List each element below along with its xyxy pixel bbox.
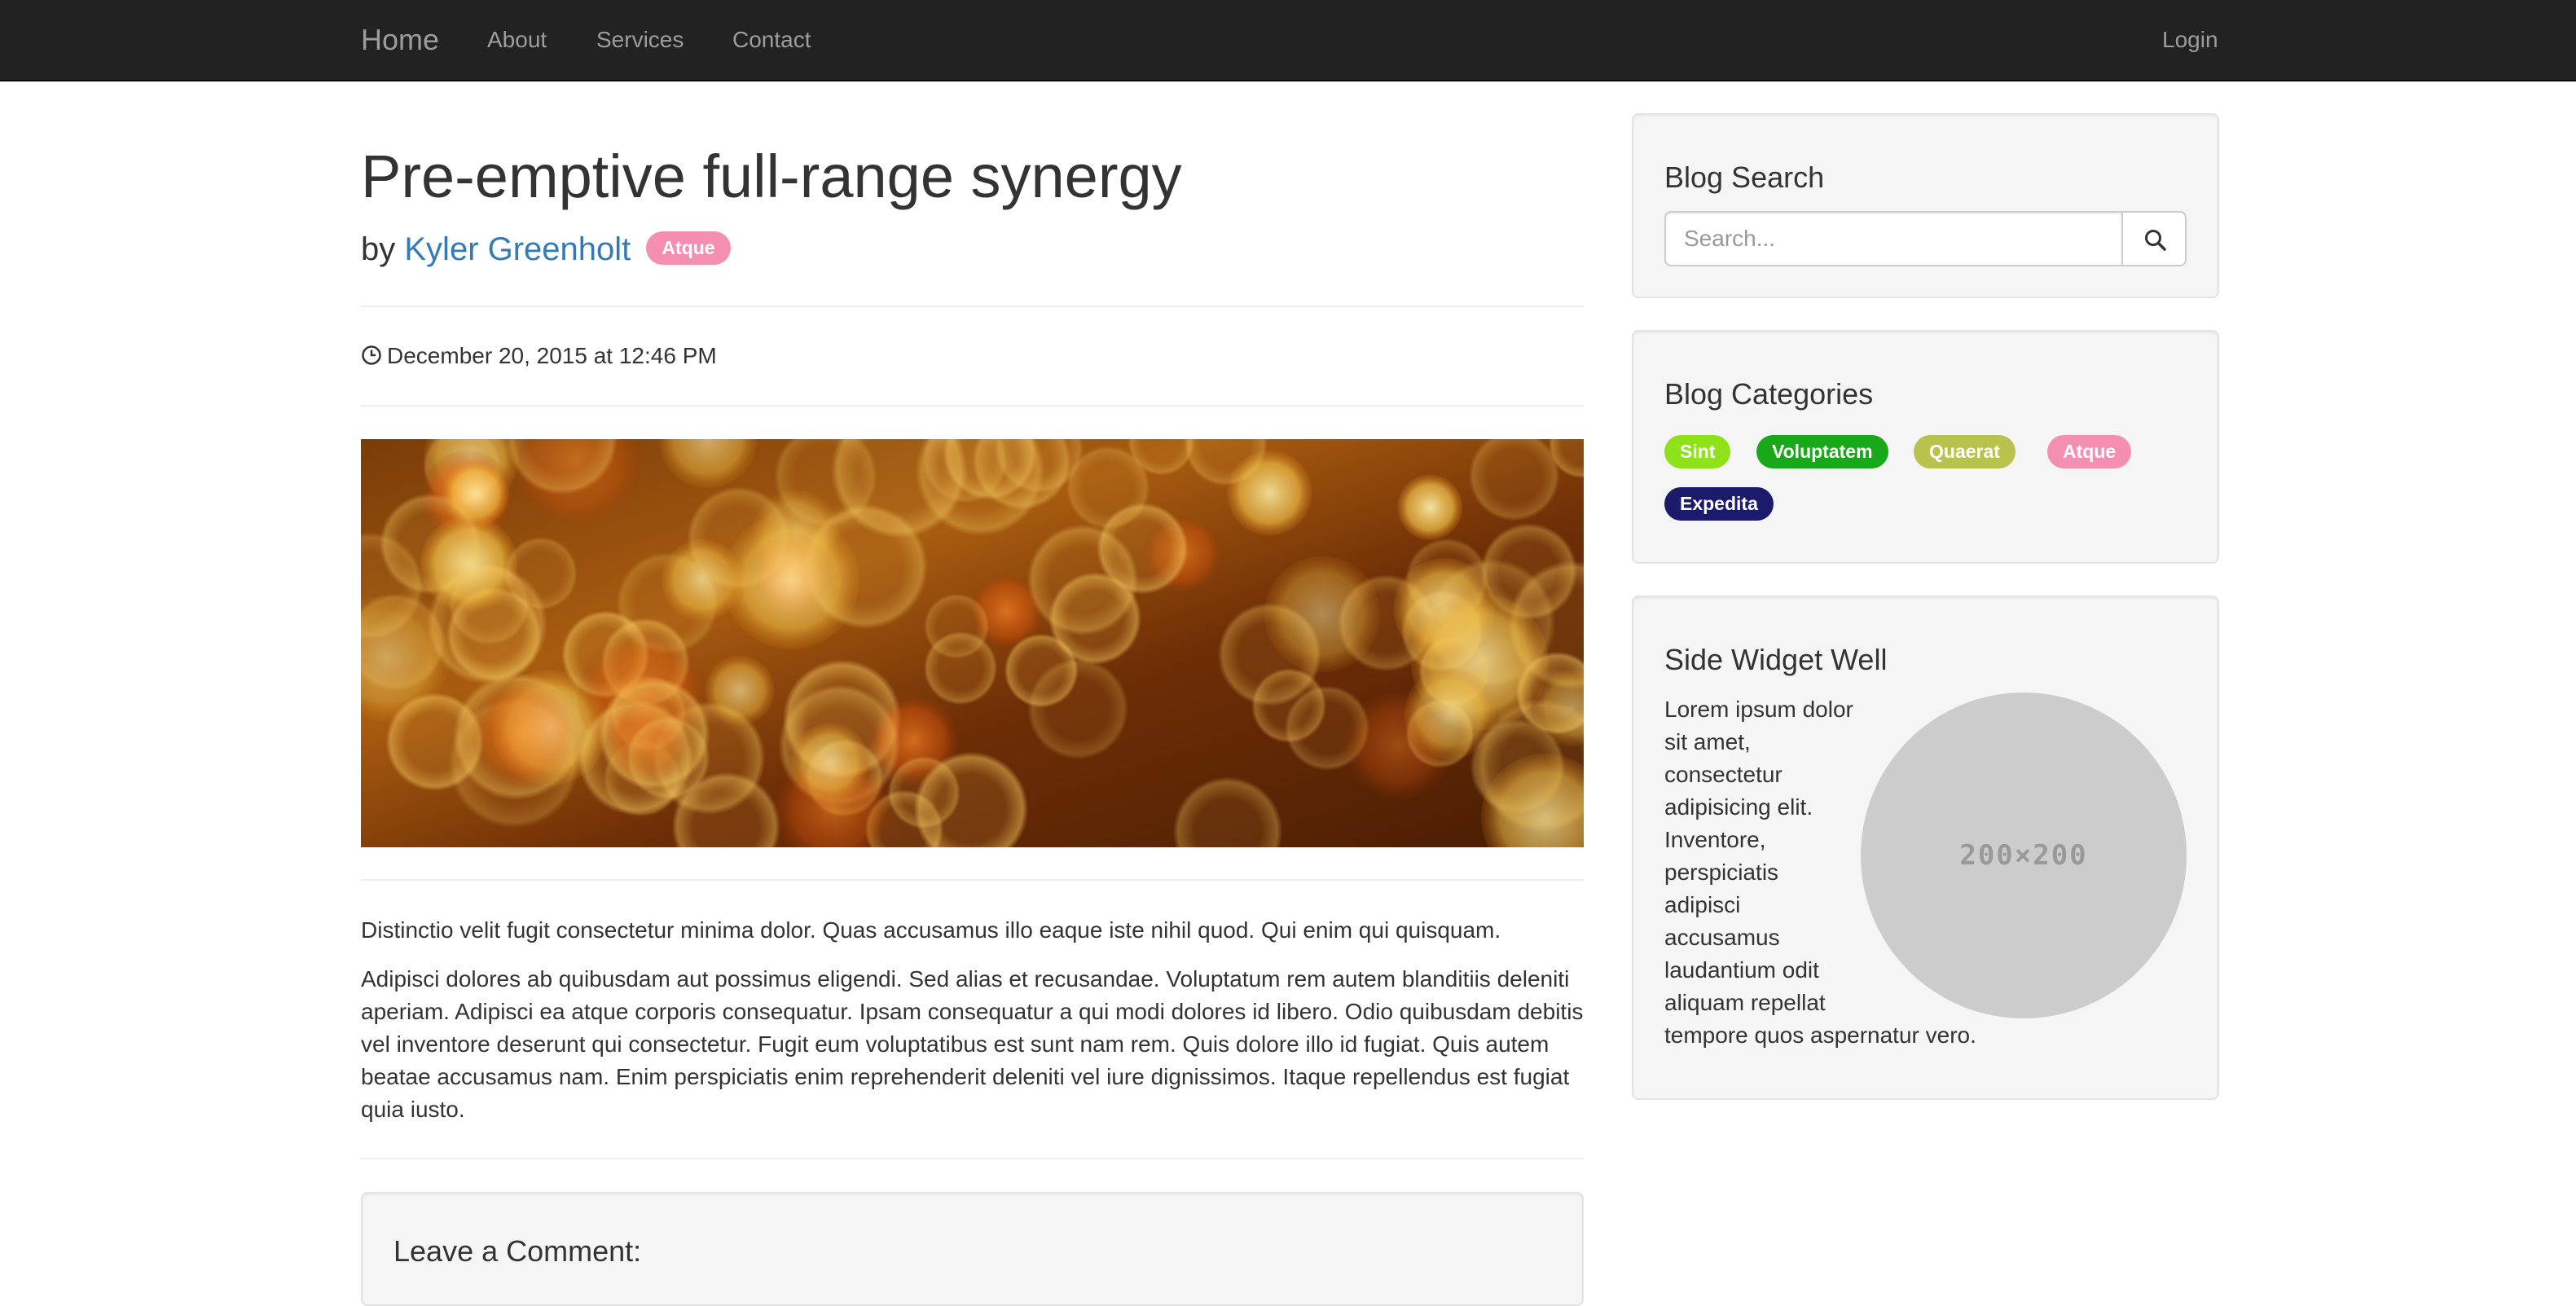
- nav-home-link[interactable]: Home: [361, 23, 439, 57]
- byline-prefix: by: [361, 231, 396, 267]
- placeholder-image: 200×200: [1861, 693, 2187, 1018]
- post-title: Pre-emptive full-range synergy: [361, 143, 1182, 210]
- side-widget-text-line: Lorem ipsum dolor: [1664, 697, 1853, 722]
- category-badge-expedita[interactable]: Expedita: [1664, 487, 1774, 521]
- post-date-text: December 20, 2015 at 12:46 PM: [387, 343, 717, 368]
- search-button[interactable]: [2121, 211, 2187, 266]
- side-widget-well: Side Widget Well 200×200 Lorem ipsum dol…: [1632, 596, 2219, 1100]
- side-widget-text-line: adipisci: [1664, 892, 1741, 917]
- side-widget-text-line: laudantium odit: [1664, 957, 1819, 983]
- bokeh-lights-image: [361, 439, 1584, 847]
- category-badge-quaerat[interactable]: Quaerat: [1914, 435, 2016, 468]
- comment-form-well: Leave a Comment:: [361, 1192, 1584, 1306]
- post-paragraph: Distinctio velit fugit consectetur minim…: [361, 917, 1501, 943]
- post-category-badge[interactable]: Atque: [646, 231, 731, 265]
- nav-services-link[interactable]: Services: [596, 27, 684, 53]
- blog-search-heading: Blog Search: [1664, 161, 1825, 194]
- side-widget-text-line: sit amet,: [1664, 729, 1751, 754]
- top-navbar: Home About Services Contact Login: [0, 0, 2576, 81]
- clock-icon: [362, 345, 381, 365]
- side-widget-text-line: accusamus: [1664, 925, 1780, 950]
- placeholder-image-label: 200×200: [1959, 839, 2088, 872]
- post-body: Distinctio velit fugit consectetur minim…: [361, 914, 1584, 1142]
- category-badge-sint[interactable]: Sint: [1664, 435, 1731, 468]
- side-widget-heading: Side Widget Well: [1664, 643, 1888, 676]
- divider: [361, 879, 1584, 881]
- side-widget-text-line: adipisicing elit.: [1664, 794, 1813, 820]
- category-badge-voluptatem[interactable]: Voluptatem: [1756, 435, 1888, 468]
- side-widget-text-line: Inventore,: [1664, 827, 1766, 852]
- comment-heading: Leave a Comment:: [393, 1234, 642, 1268]
- blog-categories-heading: Blog Categories: [1664, 377, 1874, 411]
- post-hero-image: [361, 439, 1584, 847]
- search-input[interactable]: [1664, 211, 2123, 266]
- blog-search-well: Blog Search: [1632, 113, 2219, 298]
- post-date: December 20, 2015 at 12:46 PM: [361, 342, 717, 370]
- nav-contact-link[interactable]: Contact: [732, 27, 811, 53]
- category-badge-atque[interactable]: Atque: [2047, 435, 2132, 468]
- side-widget-text-line: perspiciatis: [1664, 860, 1779, 885]
- divider: [361, 1158, 1584, 1159]
- side-widget-text-line: aliquam repellat: [1664, 990, 1826, 1015]
- post-byline: by Kyler Greenholt Atque: [361, 230, 731, 269]
- nav-about-link[interactable]: About: [487, 27, 547, 53]
- side-widget-text: Lorem ipsum dolor sit amet, consectetur …: [1664, 693, 1976, 1052]
- post-paragraph: Adipisci dolores ab quibusdam aut possim…: [361, 966, 1584, 1122]
- search-icon: [2145, 230, 2166, 251]
- side-widget-text-line: tempore quos aspernatur vero.: [1664, 1022, 1976, 1048]
- side-widget-text-line: consectetur: [1664, 762, 1783, 787]
- nav-login-link[interactable]: Login: [2162, 27, 2218, 53]
- author-link[interactable]: Kyler Greenholt: [404, 231, 631, 267]
- divider: [361, 405, 1584, 407]
- divider: [361, 306, 1584, 307]
- blog-categories-well: Blog Categories Sint Voluptatem Quaerat …: [1632, 330, 2219, 564]
